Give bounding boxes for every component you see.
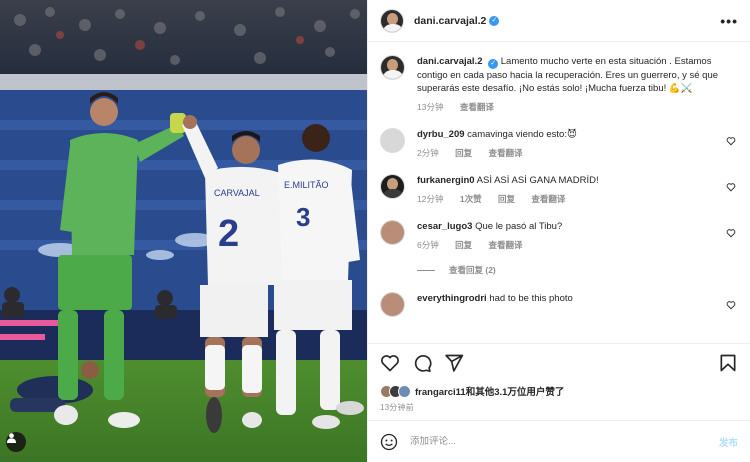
more-options-icon[interactable]: ••• bbox=[720, 13, 738, 29]
caption-avatar[interactable] bbox=[380, 55, 405, 80]
post-comment-button[interactable]: 发布 bbox=[719, 435, 738, 449]
emoji-icon[interactable] bbox=[380, 433, 398, 451]
commenter-avatar[interactable] bbox=[380, 174, 405, 199]
post-photo[interactable]: CARVAJAL 2 E.MILITÃO 3 bbox=[0, 0, 367, 462]
comment-icon[interactable] bbox=[412, 353, 432, 373]
author-avatar[interactable] bbox=[380, 8, 404, 33]
comment-text: Que le pasó al Tibu? bbox=[475, 221, 563, 232]
view-replies-label: 查看回复 (2) bbox=[449, 265, 496, 275]
like-heart-icon[interactable] bbox=[726, 182, 736, 192]
verified-icon: ✓ bbox=[488, 59, 499, 69]
like-heart-icon[interactable] bbox=[726, 300, 736, 310]
see-translation-button[interactable]: 查看翻译 bbox=[489, 148, 523, 158]
reply-button[interactable]: 回复 bbox=[498, 194, 515, 204]
likes-text[interactable]: frangarci11和其他3.1万位用户赞了 bbox=[415, 384, 564, 398]
share-icon[interactable] bbox=[444, 353, 464, 373]
jersey-right-number: 3 bbox=[296, 202, 310, 232]
comment-time: 6分钟 bbox=[417, 240, 439, 250]
list-item: cesar_lugo3 Que le pasó al Tibu? 6分钟 回复 … bbox=[380, 220, 738, 252]
post-caption: dani.carvajal.2 ✓ Lamento mucho verte en… bbox=[380, 55, 738, 114]
reply-button[interactable]: 回复 bbox=[455, 240, 472, 250]
reply-button[interactable]: 回复 bbox=[455, 148, 472, 158]
commenter-avatar[interactable] bbox=[380, 292, 405, 317]
commenter-avatar[interactable] bbox=[380, 220, 405, 245]
commenter-avatar[interactable] bbox=[380, 128, 405, 153]
list-item: furkanergin0 ASİ ASİ ASİ GANA MADRİD! 12… bbox=[380, 174, 738, 206]
caption-username[interactable]: dani.carvajal.2 bbox=[417, 56, 482, 67]
user-icon bbox=[6, 433, 17, 443]
comment-text: had to be this photo bbox=[489, 293, 573, 304]
comment-username[interactable]: furkanergin0 bbox=[417, 175, 475, 186]
comment-username[interactable]: dyrbu_209 bbox=[417, 129, 465, 140]
like-heart-icon[interactable] bbox=[726, 136, 736, 146]
likes-summary[interactable]: frangarci11和其他3.1万位用户赞了 bbox=[380, 384, 738, 398]
like-heart-icon[interactable] bbox=[726, 228, 736, 238]
jersey-right-name: E.MILITÃO bbox=[284, 180, 329, 190]
comment-time: 12分钟 bbox=[417, 194, 444, 204]
comment-input[interactable] bbox=[410, 436, 719, 447]
post-actions: frangarci11和其他3.1万位用户赞了 13分钟前 bbox=[368, 343, 750, 413]
comment-like-count[interactable]: 1次赞 bbox=[460, 194, 482, 204]
add-comment-bar: 发布 bbox=[368, 420, 750, 462]
view-replies-button[interactable]: 查看回复 (2) bbox=[417, 264, 738, 276]
tagged-users-button[interactable] bbox=[6, 432, 26, 452]
comment-text: ASİ ASİ ASİ GANA MADRİD! bbox=[476, 175, 599, 186]
jersey-left-name: CARVAJAL bbox=[214, 188, 260, 198]
list-item: everythingrodri had to be this photo bbox=[380, 292, 738, 317]
comments-section[interactable]: dani.carvajal.2 ✓ Lamento mucho verte en… bbox=[368, 43, 750, 343]
comment-time: 2分钟 bbox=[417, 148, 439, 158]
comment-text: camavinga viendo esto:😈 bbox=[467, 129, 577, 140]
see-translation-button[interactable]: 查看翻译 bbox=[460, 102, 494, 112]
see-translation-button[interactable]: 查看翻译 bbox=[489, 240, 523, 250]
jersey-left-number: 2 bbox=[218, 213, 239, 255]
like-heart-icon[interactable] bbox=[380, 353, 400, 373]
bookmark-icon[interactable] bbox=[718, 353, 738, 373]
divider bbox=[417, 269, 435, 271]
comment-username[interactable]: cesar_lugo3 bbox=[417, 221, 472, 232]
match-photo: CARVAJAL 2 E.MILITÃO 3 bbox=[0, 0, 367, 462]
post-header: dani.carvajal.2 ✓ ••• bbox=[368, 0, 750, 42]
post-time[interactable]: 13分钟前 bbox=[380, 402, 738, 413]
liker-avatars bbox=[380, 384, 411, 398]
post-panel: dani.carvajal.2 ✓ ••• dani.carvajal.2 ✓ … bbox=[367, 0, 750, 462]
author-username[interactable]: dani.carvajal.2 bbox=[414, 15, 486, 27]
verified-icon: ✓ bbox=[489, 15, 500, 26]
see-translation-button[interactable]: 查看翻译 bbox=[531, 194, 565, 204]
list-item: dyrbu_209 camavinga viendo esto:😈 2分钟 回复… bbox=[380, 128, 738, 160]
caption-time: 13分钟 bbox=[417, 102, 444, 112]
comment-username[interactable]: everythingrodri bbox=[417, 293, 487, 304]
